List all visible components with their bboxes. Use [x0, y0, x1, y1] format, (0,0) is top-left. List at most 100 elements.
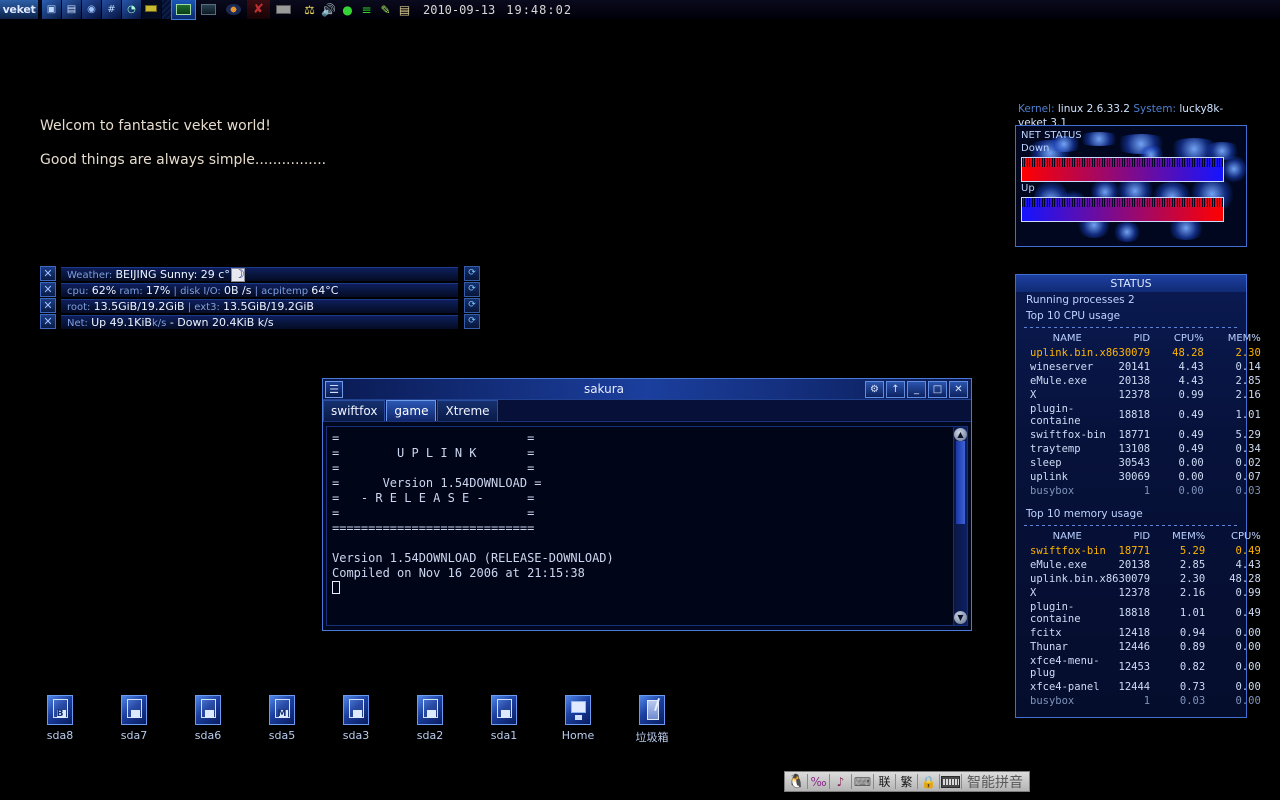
- layers-icon[interactable]: ≡: [358, 0, 375, 19]
- ime-fullwidth-icon[interactable]: ‰: [809, 773, 828, 791]
- terminal-close-button[interactable]: ✕: [949, 380, 968, 398]
- monitor-refresh-icon[interactable]: ⟳: [464, 266, 480, 281]
- table-row: xfce4-panel 12444 0.73 0.00: [1016, 680, 1275, 694]
- terminal-maximize-button[interactable]: □: [928, 380, 947, 398]
- ime-keyboard-icon[interactable]: [941, 773, 960, 791]
- table-cell: 0.89: [1179, 641, 1206, 653]
- ime-penguin-icon[interactable]: 🐧: [787, 773, 806, 791]
- hash-icon[interactable]: #: [102, 0, 121, 19]
- terminal-window[interactable]: ☰ sakura ⚙ ↑ _ □ ✕ swiftfox game Xtreme = …: [322, 378, 972, 631]
- package-icon[interactable]: ▣: [42, 0, 61, 19]
- ime-softkbd-icon[interactable]: ⌨: [853, 773, 872, 791]
- monitor-refresh-icon[interactable]: ⟳: [464, 314, 480, 329]
- desktop-icon-sda2[interactable]: sda2: [400, 695, 460, 742]
- desktop-icon-sda7[interactable]: sda7: [104, 695, 164, 742]
- table-cell: plugin-containe: [1030, 601, 1081, 625]
- ime-traditional-toggle[interactable]: 繁: [897, 773, 916, 791]
- net-up-trace: [1022, 198, 1223, 207]
- terminal-output[interactable]: = = = U P L I N K = = = = Version 1.54DO…: [326, 426, 954, 626]
- table-cell: 12446: [1118, 641, 1151, 653]
- window-list-icon[interactable]: [142, 0, 161, 19]
- ime-simplified-toggle[interactable]: 联: [875, 773, 894, 791]
- ime-divider: [851, 774, 852, 789]
- input-method-bar[interactable]: 🐧 ‰ ♪ ⌨ 联 繁 🔒 智能拼音: [784, 771, 1030, 792]
- volume-icon[interactable]: 🔊: [320, 0, 337, 19]
- monitor-refresh-icon[interactable]: ⟳: [464, 298, 480, 313]
- kernel-label: Kernel:: [1018, 103, 1055, 115]
- map-landmass: [1222, 154, 1246, 184]
- terminal-titlebar[interactable]: ☰ sakura ⚙ ↑ _ □ ✕: [323, 379, 971, 400]
- monitor-close-icon[interactable]: ✕: [40, 314, 56, 329]
- monitor-refresh-icon[interactable]: ⟳: [464, 282, 480, 297]
- mem-section-label: Top 10 memory usage: [1026, 508, 1143, 520]
- terminal-tab-xtreme[interactable]: Xtreme: [437, 400, 498, 421]
- table-row: busybox 1 0.00 0.03: [1016, 484, 1275, 498]
- desktop-icon-Home[interactable]: Home: [548, 695, 608, 742]
- table-cell: traytemp: [1030, 443, 1081, 455]
- monitor-segment: | acpitemp: [251, 286, 312, 297]
- taskbar-clock[interactable]: 2010-09-13 19:48:02: [423, 3, 572, 17]
- taskbar-window-terminal[interactable]: [171, 0, 196, 20]
- taskbar-handle[interactable]: [162, 0, 172, 19]
- monitor-close-icon[interactable]: ✕: [40, 266, 56, 281]
- disc-icon[interactable]: ◉: [82, 0, 101, 19]
- table-cell: 0.00: [1178, 471, 1204, 483]
- taskbar-window-browser[interactable]: [222, 0, 245, 19]
- monitor-segment: 64°C: [311, 284, 339, 297]
- desktop-icon-垃圾箱[interactable]: 垃圾箱: [622, 695, 682, 745]
- table-row: wineserver 20141 4.43 0.14: [1016, 360, 1275, 374]
- network-icon[interactable]: ●: [339, 0, 356, 19]
- column-header: NAME: [1052, 333, 1082, 344]
- drive-icon: M: [269, 695, 295, 725]
- terminal-minimize-button[interactable]: _: [907, 380, 926, 398]
- table-cell: 4.43: [1178, 361, 1204, 373]
- monitor-segment: Weather:: [67, 270, 116, 281]
- ime-divider: [829, 774, 830, 789]
- table-row: eMule.exe 20138 4.43 2.85: [1016, 374, 1275, 388]
- ime-punct-icon[interactable]: ♪: [831, 773, 850, 791]
- ime-lock-icon[interactable]: 🔒: [919, 773, 938, 791]
- table-cell: 30543: [1118, 457, 1151, 469]
- monitor-segment: 13.5GiB/19.2GiB: [223, 300, 314, 313]
- terminal-tabbar: swiftfox game Xtreme: [323, 400, 971, 422]
- table-cell: 12378: [1118, 389, 1151, 401]
- globe-icon[interactable]: ◔: [122, 0, 141, 19]
- pencil-icon[interactable]: ✎: [377, 0, 394, 19]
- cpu-section-label: Top 10 CPU usage: [1026, 310, 1121, 322]
- terminal-tab-swiftfox[interactable]: swiftfox: [323, 400, 386, 421]
- table-cell: 20138: [1118, 375, 1151, 387]
- terminal-options-button[interactable]: ⚙: [865, 380, 884, 398]
- table-row: eMule.exe 20138 2.85 4.43: [1016, 558, 1275, 572]
- thermometer-icon[interactable]: ⚖: [301, 0, 318, 19]
- scrollbar-down-icon[interactable]: ▼: [954, 611, 967, 624]
- terminal-tab-game[interactable]: game: [386, 400, 437, 421]
- taskbar-menu-button[interactable]: veket: [0, 0, 38, 19]
- ime-engine-label: 智能拼音: [967, 774, 1023, 791]
- desktop-icon-sda3[interactable]: sda3: [326, 695, 386, 742]
- scrollbar-thumb[interactable]: [956, 441, 965, 524]
- terminal-menu-icon[interactable]: ☰: [325, 380, 343, 398]
- desktop-icon-sda5[interactable]: Msda5: [252, 695, 312, 742]
- clipboard-glyph: ▤: [398, 2, 411, 17]
- desktop-icon-sda1[interactable]: sda1: [474, 695, 534, 742]
- ime-divider: [939, 774, 940, 789]
- image-thumb-icon: [201, 4, 216, 15]
- drive-icon: [121, 695, 147, 725]
- desktop-icon-sda6[interactable]: sda6: [178, 695, 238, 742]
- net-monitor-row: ✕ Net: Up 49.1KiBk/s - Down 20.4KiB k/s ⟳: [40, 314, 480, 330]
- book-icon[interactable]: ▤: [62, 0, 81, 19]
- status-separator-2: [1024, 525, 1238, 526]
- terminal-shade-button[interactable]: ↑: [886, 380, 905, 398]
- taskbar-window-plain[interactable]: [272, 0, 295, 19]
- trash-icon: [639, 695, 665, 725]
- table-cell: 0.00: [1235, 661, 1261, 673]
- scrollbar-up-icon[interactable]: ▲: [954, 428, 967, 441]
- monitor-close-icon[interactable]: ✕: [40, 282, 56, 297]
- monitor-close-icon[interactable]: ✕: [40, 298, 56, 313]
- clipboard-icon[interactable]: ▤: [396, 0, 413, 19]
- table-cell: 0.94: [1179, 627, 1206, 639]
- terminal-scrollbar[interactable]: ▲ ▼: [953, 426, 968, 626]
- taskbar-window-image[interactable]: [197, 0, 220, 19]
- taskbar-window-x[interactable]: ✘: [247, 0, 270, 19]
- desktop-icon-sda8[interactable]: Bsda8: [30, 695, 90, 742]
